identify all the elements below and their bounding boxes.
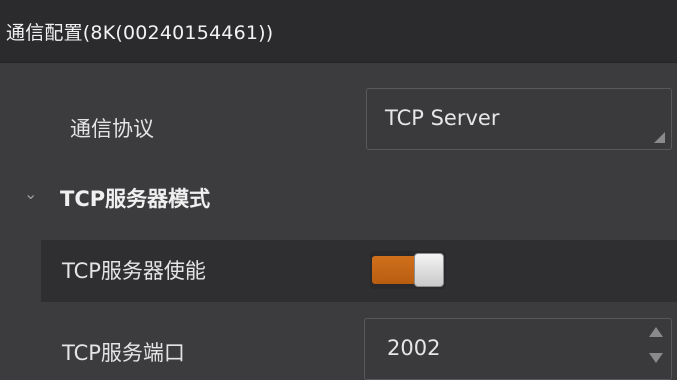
arrow-down-icon[interactable] [649,353,663,363]
chevron-down-icon[interactable]: ⌄ [24,184,37,203]
server-port-label: TCP服务端口 [62,341,185,365]
panel-header: 通信配置(8K(00240154461)) [0,0,677,63]
resize-grip-icon [654,132,665,143]
toggle-track [372,256,420,284]
server-port-value[interactable]: 2002 [387,336,440,360]
server-enable-label: TCP服务器使能 [62,259,206,283]
panel-title: 通信配置(8K(00240154461)) [6,21,274,44]
protocol-select-value: TCP Server [385,106,500,130]
protocol-select[interactable]: TCP Server [366,88,672,150]
arrow-up-icon[interactable] [649,327,663,337]
protocol-label: 通信协议 [70,117,154,141]
toggle-knob[interactable] [414,253,444,287]
server-port-stepper[interactable]: 2002 [364,318,672,380]
server-enable-toggle[interactable] [370,251,446,289]
section-title-tcp-server-mode[interactable]: TCP服务器模式 [60,183,210,213]
